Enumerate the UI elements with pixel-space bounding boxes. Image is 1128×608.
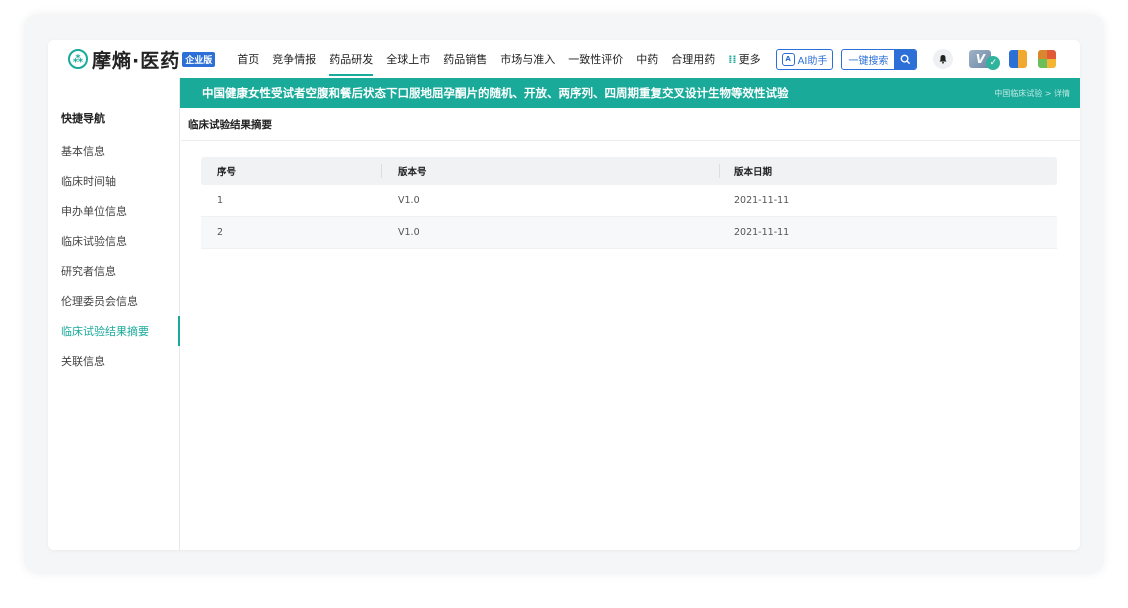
more-label: 更多: [738, 53, 761, 66]
table-row: 2 V1.0 2021-11-11: [201, 217, 1057, 249]
column-header-date: 版本日期: [719, 164, 1057, 178]
nav-item-global-launch[interactable]: 全球上市: [386, 40, 430, 78]
nav-item-rational-use[interactable]: 合理用药: [671, 40, 715, 78]
sidebar-item-investigators[interactable]: 研究者信息: [48, 256, 179, 286]
logo[interactable]: ⁂ 摩熵·医药 企业版: [68, 46, 216, 73]
results-table: 序号 版本号 版本日期 1 V1.0 2021-11-11 2 V1.0 202…: [201, 157, 1057, 249]
search-icon: [900, 54, 911, 64]
ai-assistant-button[interactable]: A AI助手: [775, 48, 834, 70]
sidebar-item-basic-info[interactable]: 基本信息: [48, 136, 179, 166]
nav-item-more[interactable]: ⁞⁞ 更多: [728, 40, 760, 78]
cell-version: V1.0: [398, 227, 420, 238]
search-button[interactable]: [894, 49, 917, 69]
table-header: 序号 版本号 版本日期: [201, 157, 1057, 185]
grid-dots-icon: ⁞⁞: [728, 52, 737, 66]
breadcrumb[interactable]: 中国临床试验 > 详情: [994, 88, 1070, 99]
vip-badge[interactable]: V ✓: [969, 48, 1003, 70]
app-switch-icon[interactable]: [1009, 50, 1028, 68]
cell-date: 2021-11-11: [734, 195, 790, 206]
nav-item-market-access[interactable]: 市场与准入: [500, 40, 555, 78]
cell-index: 1: [217, 195, 224, 206]
quick-nav-sidebar: 快捷导航 基本信息 临床时间轴 申办单位信息 临床试验信息 研究者信息 伦理委员…: [48, 78, 180, 550]
sidebar-item-related[interactable]: 关联信息: [48, 346, 179, 376]
bell-icon: [939, 55, 947, 64]
ai-label: AI助手: [797, 55, 828, 67]
sidebar-item-results-summary[interactable]: 临床试验结果摘要: [48, 316, 180, 346]
cell-version: V1.0: [398, 195, 420, 206]
ai-icon: A: [781, 52, 795, 66]
edition-badge: 企业版: [182, 51, 216, 67]
sidebar-list: 基本信息 临床时间轴 申办单位信息 临床试验信息 研究者信息 伦理委员会信息 临…: [48, 136, 180, 376]
nav-item-drug-rd[interactable]: 药品研发: [329, 40, 374, 78]
main-content: 临床试验结果摘要 序号 版本号 版本日期 1 V1.0 2021-11-11 2…: [181, 108, 1080, 550]
sidebar-heading: 快捷导航: [48, 96, 179, 126]
nav-item-drug-sales[interactable]: 药品销售: [443, 40, 487, 78]
quick-search[interactable]: 一键搜索: [841, 48, 918, 70]
cell-date: 2021-11-11: [734, 227, 790, 238]
nav-item-tcm[interactable]: 中药: [636, 40, 658, 78]
sidebar-item-sponsor[interactable]: 申办单位信息: [48, 196, 179, 226]
app-window: ⁂ 摩熵·医药 企业版 首页 竞争情报 药品研发 全球上市 药品销售 市场与准入…: [48, 40, 1080, 550]
section-title: 临床试验结果摘要: [181, 108, 1080, 141]
notification-bell[interactable]: [933, 49, 954, 69]
check-icon: ✓: [986, 56, 1001, 70]
column-header-version: 版本号: [381, 164, 719, 178]
main-nav: 首页 竞争情报 药品研发 全球上市 药品销售 市场与准入 一致性评价 中药 合理…: [237, 40, 773, 78]
page-title: 中国健康女性受试者空腹和餐后状态下口服地屈孕酮片的随机、开放、两序列、四周期重复…: [202, 86, 789, 100]
sidebar-item-ethics[interactable]: 伦理委员会信息: [48, 286, 179, 316]
sidebar-item-trial-info[interactable]: 临床试验信息: [48, 226, 179, 256]
nav-item-home[interactable]: 首页: [237, 40, 259, 78]
nav-item-consistency[interactable]: 一致性评价: [568, 40, 623, 78]
column-header-index: 序号: [217, 167, 237, 178]
logo-text: 摩熵·医药: [92, 49, 181, 72]
quick-search-label: 一键搜索: [848, 55, 889, 67]
sidebar-item-timeline[interactable]: 临床时间轴: [48, 166, 179, 196]
logo-icon: ⁂: [68, 49, 88, 69]
nav-item-competition[interactable]: 竞争情报: [272, 40, 316, 78]
user-avatar[interactable]: [1038, 50, 1057, 68]
cell-index: 2: [217, 227, 224, 238]
table-row: 1 V1.0 2021-11-11: [201, 185, 1057, 217]
page-title-bar: 中国健康女性受试者空腹和餐后状态下口服地屈孕酮片的随机、开放、两序列、四周期重复…: [180, 78, 1080, 108]
top-navbar: ⁂ 摩熵·医药 企业版 首页 竞争情报 药品研发 全球上市 药品销售 市场与准入…: [48, 40, 1080, 78]
